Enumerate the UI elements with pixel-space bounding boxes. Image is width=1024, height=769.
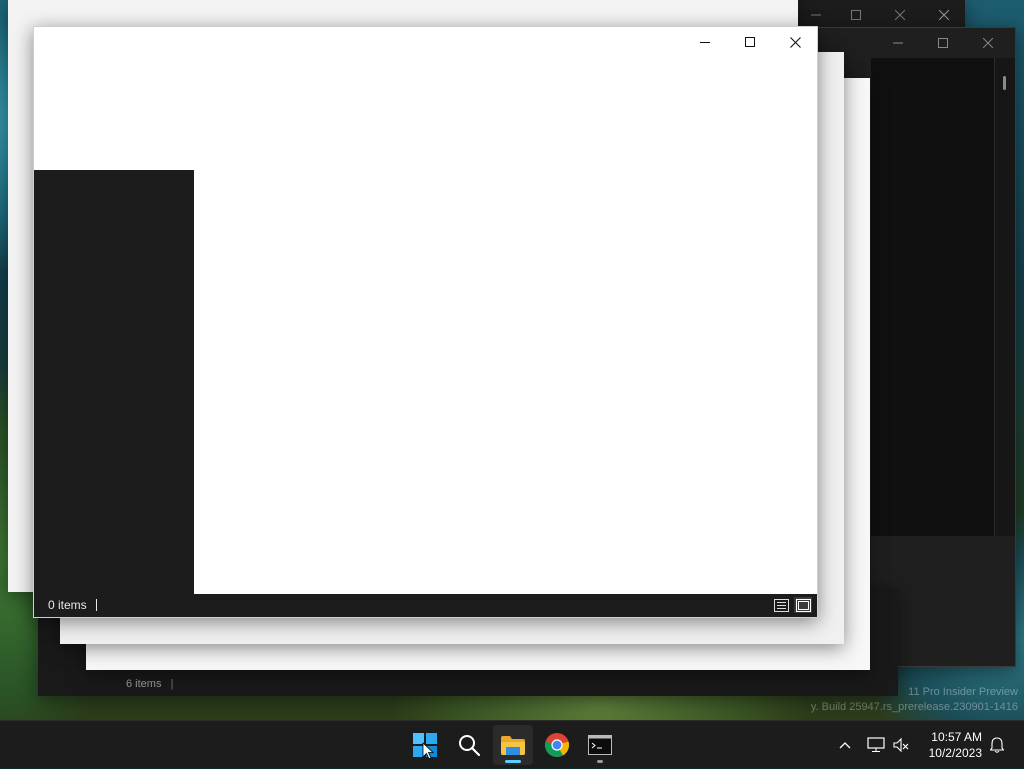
maximize-button[interactable] [920, 28, 966, 58]
close-icon [895, 10, 905, 20]
close-button[interactable] [772, 27, 818, 57]
terminal-icon [588, 735, 612, 755]
chevron-up-icon [839, 742, 851, 749]
taskbar: 10:57 AM 10/2/2023 [0, 720, 1024, 768]
volume-muted-icon [893, 737, 909, 753]
close-icon [789, 36, 801, 48]
file-explorer-window: 0 items [33, 26, 818, 618]
details-view-icon [773, 598, 789, 612]
search-icon [459, 735, 481, 757]
background-window-titlebar [793, 0, 965, 30]
maximize-button[interactable] [727, 27, 773, 57]
minimize-button[interactable] [875, 28, 921, 58]
details-view-button[interactable] [772, 597, 790, 613]
close-button[interactable] [877, 0, 923, 30]
large-icons-view-button[interactable] [794, 597, 812, 613]
bell-icon [990, 737, 1004, 753]
watermark-line1: 11 Pro Insider Preview [908, 686, 1018, 698]
start-icon [413, 733, 437, 758]
maximize-icon [851, 10, 861, 20]
watermark-line2: y. Build 25947.rs_prerelease.230901-1416 [810, 701, 1018, 713]
show-hidden-icons-button[interactable] [834, 721, 856, 769]
start-button[interactable] [405, 725, 445, 765]
maximize-icon [745, 37, 755, 47]
terminal-taskbar-button[interactable] [580, 725, 620, 765]
network-button[interactable] [865, 721, 887, 769]
active-indicator [505, 760, 521, 763]
clock-date: 10/2/2023 [928, 746, 982, 760]
notifications-button[interactable] [986, 721, 1008, 769]
large-icons-view-icon [795, 598, 811, 612]
clock-time: 10:57 AM [931, 730, 982, 744]
running-indicator [597, 760, 603, 763]
status-item-count: 6 items | [126, 678, 174, 690]
search-button[interactable] [449, 725, 489, 765]
minimize-button[interactable] [682, 27, 728, 57]
close-icon [939, 10, 949, 20]
navigation-pane[interactable] [34, 170, 194, 596]
clock[interactable]: 10:57 AM 10/2/2023 [929, 729, 982, 761]
close-button[interactable] [965, 28, 1011, 58]
volume-button[interactable] [890, 721, 912, 769]
minimize-icon [700, 42, 710, 43]
file-explorer-icon [501, 736, 525, 755]
minimize-icon [811, 14, 821, 16]
chrome-icon [544, 733, 570, 758]
close-icon [983, 38, 993, 48]
item-count: 0 items [48, 598, 87, 612]
close-button-2[interactable] [921, 0, 967, 30]
chrome-taskbar-button[interactable] [537, 725, 577, 765]
file-explorer-taskbar-button[interactable] [493, 725, 533, 765]
status-separator [96, 599, 97, 611]
maximize-icon [938, 38, 948, 48]
scrollbar-thumb[interactable] [1003, 76, 1006, 90]
network-icon [867, 737, 885, 752]
vertical-scrollbar[interactable] [994, 58, 1015, 536]
maximize-button[interactable] [833, 0, 879, 30]
status-bar: 0 items [34, 594, 817, 617]
minimize-icon [893, 42, 903, 44]
content-pane [871, 58, 995, 536]
